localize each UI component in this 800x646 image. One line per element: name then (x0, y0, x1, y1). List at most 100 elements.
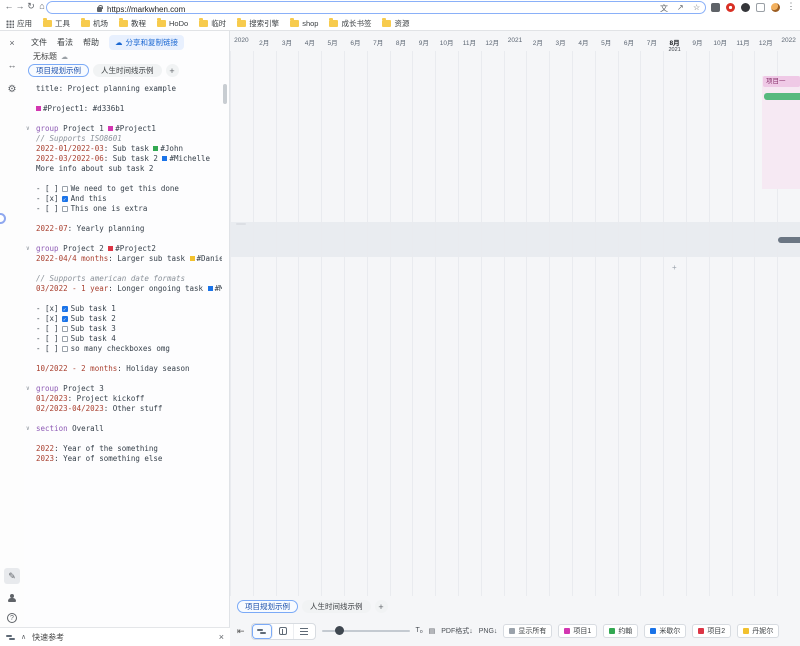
code-line[interactable]: 2022-03/2022-06: Sub task 2 #Michelle (24, 154, 222, 164)
url-bar[interactable]: https://markwhen.com (46, 1, 706, 14)
code-line[interactable]: 2022-07: Yearly planning (24, 224, 222, 234)
settings-gear-icon[interactable]: ⚙ (4, 81, 20, 97)
code-line[interactable] (24, 434, 222, 444)
legend-chip[interactable]: 约翰 (603, 624, 638, 638)
bookmark-item[interactable]: 教程 (119, 18, 146, 29)
bookmark-item[interactable]: shop (290, 19, 318, 28)
translate-icon[interactable]: 文 (660, 3, 668, 14)
row-height-icon[interactable]: ▤ (429, 627, 436, 635)
code-line[interactable]: - [x]And this (24, 194, 222, 204)
collapse-chevron-icon[interactable]: ∨ (26, 424, 30, 434)
code-line[interactable]: 2022-01/2022-03: Sub task #John (24, 144, 222, 154)
quick-ref-label[interactable]: 快速参考 (32, 632, 64, 643)
code-line[interactable]: // Supports american date formats (24, 274, 222, 284)
download-png-button[interactable]: PNG↓ (479, 628, 498, 635)
add-tab-button[interactable]: + (166, 64, 179, 77)
code-line[interactable]: ∨group Project 3 (24, 384, 222, 394)
bookmark-item[interactable]: HoDo (157, 19, 188, 28)
profile-person-icon[interactable] (4, 590, 20, 606)
code-line[interactable]: ∨section Overall (24, 424, 222, 434)
legend-chip[interactable]: 项目1 (558, 624, 597, 638)
bookmark-item[interactable]: 资源 (382, 18, 409, 29)
tab-item[interactable]: 人生时间线示例 (302, 600, 371, 613)
code-line[interactable]: 02/2023-04/2023: Other stuff (24, 404, 222, 414)
tab-selected[interactable]: 项目规划示例 (237, 600, 298, 613)
code-line[interactable] (24, 94, 222, 104)
code-line[interactable]: ∨group Project 2 #Project2 (24, 244, 222, 254)
timeline-view-button[interactable] (252, 624, 273, 639)
download-pdf-button[interactable]: PDF格式↓ (441, 626, 473, 636)
collapse-chevron-icon[interactable]: ∨ (26, 124, 30, 134)
code-line[interactable]: - [x]Sub task 1 (24, 304, 222, 314)
code-line[interactable]: 2022: Year of the something (24, 444, 222, 454)
code-line[interactable]: - [ ]Sub task 4 (24, 334, 222, 344)
code-line[interactable]: 01/2023: Project kickoff (24, 394, 222, 404)
code-line[interactable]: - [ ]Sub task 3 (24, 324, 222, 334)
add-tab-button[interactable]: + (375, 600, 388, 613)
zoom-slider[interactable] (322, 626, 410, 636)
section-collapse-chip[interactable] (236, 223, 246, 225)
project1-group-badge[interactable]: 项目一 (763, 76, 800, 87)
code-line[interactable]: title: Project planning example (24, 84, 222, 94)
legend-chip[interactable]: 项目2 (692, 624, 731, 638)
help-bubble-icon[interactable] (0, 213, 6, 224)
code-line[interactable]: #Project1: #d336b1 (24, 104, 222, 114)
extension-icon[interactable] (741, 3, 750, 12)
menu-view[interactable]: 看法 (57, 37, 73, 48)
overall-year-bar[interactable] (778, 237, 800, 243)
sub-task-bar[interactable] (764, 93, 800, 100)
list-view-button[interactable] (294, 624, 315, 639)
code-line[interactable] (24, 174, 222, 184)
bookmark-item[interactable]: 机场 (81, 18, 108, 29)
code-line[interactable] (24, 414, 222, 424)
code-line[interactable]: More info about sub task 2 (24, 164, 222, 174)
bookmark-item[interactable]: 搜索引擎 (237, 18, 279, 29)
show-all-button[interactable]: 显示所有 (503, 624, 552, 638)
code-line[interactable]: 03/2022 - 1 year: Longer ongoing task #M… (24, 284, 222, 294)
text-scale-icon[interactable]: To (416, 627, 423, 635)
apps-bookmark[interactable]: 应用 (6, 18, 32, 29)
edit-pencil-icon[interactable]: ✎ (4, 568, 20, 584)
document-title[interactable]: 无标题☁ (33, 51, 68, 62)
send-icon[interactable]: ↗ (677, 3, 684, 12)
browser-menu-icon[interactable]: ⋮ (785, 1, 797, 12)
expand-arrows-icon[interactable]: ↔ (4, 57, 20, 73)
url-text[interactable]: https://markwhen.com (107, 5, 185, 14)
close-icon[interactable]: × (4, 35, 20, 51)
editor-scrollbar[interactable] (223, 84, 227, 104)
extension-icon[interactable] (711, 3, 720, 12)
bookmark-item[interactable]: 成长书签 (329, 18, 371, 29)
extensions-puzzle-icon[interactable] (756, 3, 765, 12)
extension-icon[interactable] (726, 3, 735, 12)
collapse-chevron-icon[interactable]: ∨ (26, 244, 30, 254)
menu-file[interactable]: 文件 (31, 37, 47, 48)
share-button[interactable]: ☁分享和复制链接 (109, 35, 184, 50)
code-line[interactable]: - [ ]so many checkboxes omg (24, 344, 222, 354)
code-lines[interactable]: title: Project planning example #Project1… (24, 84, 222, 484)
calendar-view-button[interactable] (273, 624, 294, 639)
bookmark-star-icon[interactable]: ☆ (693, 3, 700, 12)
code-line[interactable]: 2023: Year of something else (24, 454, 222, 464)
tab-selected[interactable]: 项目规划示例 (28, 64, 89, 77)
menu-help[interactable]: 帮助 (83, 37, 99, 48)
code-line[interactable] (24, 294, 222, 304)
legend-chip[interactable]: 米歇尔 (644, 624, 686, 638)
code-line[interactable] (24, 234, 222, 244)
bookmark-item[interactable]: 临时 (199, 18, 226, 29)
code-line[interactable]: - [ ]This one is extra (24, 204, 222, 214)
code-line[interactable]: 10/2022 - 2 months: Holiday season (24, 364, 222, 374)
code-line[interactable]: - [x]Sub task 2 (24, 314, 222, 324)
help-question-icon[interactable]: ? (4, 610, 20, 626)
jump-to-start-icon[interactable]: ⇤ (237, 624, 245, 639)
code-line[interactable] (24, 374, 222, 384)
code-line[interactable] (24, 264, 222, 274)
collapse-caret-icon[interactable]: ∧ (21, 633, 26, 641)
code-line[interactable] (24, 114, 222, 124)
code-line[interactable]: 2022-04/4 months: Larger sub task #Danie… (24, 254, 222, 264)
quick-ref-close-icon[interactable]: × (219, 632, 224, 642)
code-line[interactable]: // Supports ISO8601 (24, 134, 222, 144)
code-line[interactable]: ∨group Project 1 #Project1 (24, 124, 222, 134)
code-line[interactable] (24, 354, 222, 364)
tab-item[interactable]: 人生时间线示例 (93, 64, 162, 77)
legend-chip[interactable]: 丹妮尔 (737, 624, 779, 638)
